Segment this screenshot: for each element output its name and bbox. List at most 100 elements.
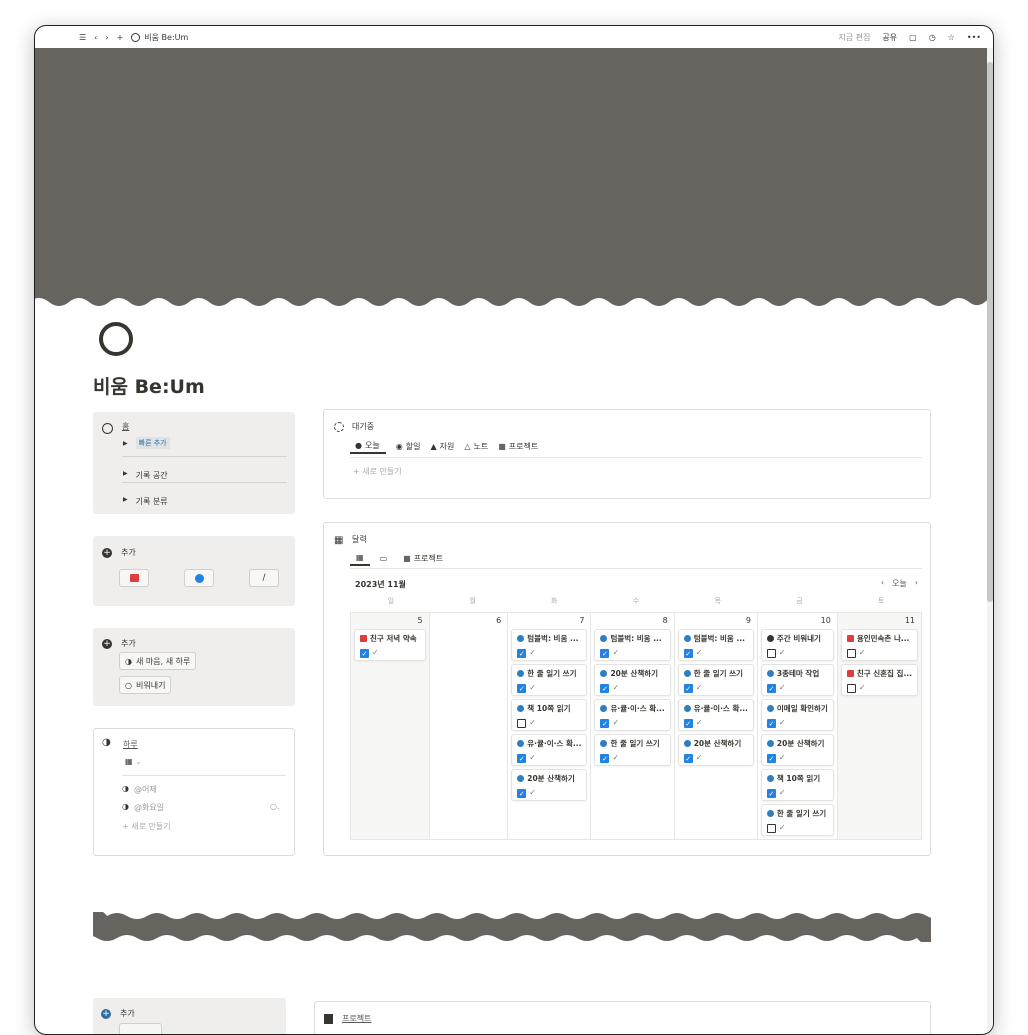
scrollbar[interactable]	[987, 48, 993, 1034]
star-icon[interactable]: ☆	[948, 33, 955, 42]
calendar-card[interactable]: 이메일 확인하기 ✓ ✓	[760, 699, 834, 731]
calendar-card[interactable]: 책 10쪽 읽기 ✓ ✓	[760, 769, 834, 801]
done-checkbox[interactable]: ✓	[683, 649, 693, 658]
calendar-day-cell[interactable]: 9 텀블벅: 비움 ... ✓ ✓ 한 줄 일기 쓰기 ✓ ✓ 유·큘·이·스 확... ✓ ✓ 2…	[675, 613, 758, 839]
share-button[interactable]: 공유	[882, 32, 897, 43]
calendar-card[interactable]: 유·큘·이·스 확... ✓ ✓	[677, 699, 754, 731]
calendar-card[interactable]: 한 줄 일기 쓰기 ✓ ✓	[594, 734, 671, 766]
calendar-day-cell[interactable]: 10 주간 비워내기 ✓ 3종테마 작업 ✓ ✓ 이메일 확인하기 ✓ ✓ 20분 산책하기 ✓ ✓ 책…	[758, 613, 838, 839]
done-checkbox[interactable]: ✓	[517, 684, 527, 693]
done-checkbox[interactable]	[517, 719, 527, 728]
tab-todo[interactable]: ◉ 할일	[396, 438, 421, 454]
calendar-day-cell[interactable]: 7 텀블벅: 비움 ... ✓ ✓ 한 줄 일기 쓰기 ✓ ✓ 책 10쪽 읽기 ✓ 유·큘·이·…	[508, 613, 592, 839]
calendar-card[interactable]: 친구 저녁 약속 ✓ ✓	[354, 629, 426, 661]
new-item-button[interactable]: + 새로 만들기	[122, 821, 171, 832]
calendar-day-cell[interactable]: 8 텀블벅: 비움 ... ✓ ✓ 20분 산책하기 ✓ ✓ 유·큘·이·스 확... ✓ ✓ 한 …	[591, 613, 675, 839]
comment-icon[interactable]: ▢	[909, 33, 917, 42]
today-button[interactable]: 오늘	[892, 578, 907, 589]
calendar-card[interactable]: 20분 산책하기 ✓ ✓	[594, 664, 671, 696]
calendar-card[interactable]: 20분 산책하기 ✓ ✓	[760, 734, 834, 766]
toggle-record-space[interactable]: ▶ 기록 공간	[123, 470, 168, 481]
calendar-view-selector[interactable]: ▦ ⌄	[125, 757, 142, 766]
calendar-card[interactable]: 텀블벅: 비움 ... ✓ ✓	[511, 629, 588, 661]
calendar-card[interactable]: 친구 신혼집 집... ✓	[840, 664, 918, 696]
add-task-button[interactable]	[184, 569, 214, 587]
done-checkbox[interactable]: ✓	[766, 754, 776, 763]
done-checkbox[interactable]: ✓	[600, 649, 610, 658]
menu-icon[interactable]: ☰	[79, 33, 86, 42]
day-panel: ◑ 하루 ▦ ⌄ ◑ @어제 ◑ @화요일 ○. + 새로 만들기	[93, 728, 295, 856]
calendar-card[interactable]: 한 줄 일기 쓰기 ✓ ✓	[677, 664, 754, 696]
done-checkbox[interactable]: ✓	[600, 754, 610, 763]
breadcrumb-title[interactable]: 비움 Be:Um	[144, 32, 188, 43]
calendar-card[interactable]: 책 10쪽 읽기 ✓	[511, 699, 588, 731]
next-month-button[interactable]: ›	[915, 578, 918, 589]
toggle-quick-add[interactable]: ▶ 빠른 추가	[123, 437, 170, 449]
square-icon: ■	[403, 553, 411, 563]
done-checkbox[interactable]	[846, 649, 856, 658]
prev-month-button[interactable]: ‹	[881, 578, 884, 589]
add-icon[interactable]: +	[117, 33, 124, 42]
calendar-day-cell[interactable]: 5 친구 저녁 약속 ✓ ✓	[351, 613, 430, 839]
calendar-outline-icon: ▭	[379, 553, 388, 563]
history-icon[interactable]: ◷	[929, 33, 936, 42]
done-checkbox[interactable]: ✓	[517, 754, 527, 763]
done-checkbox[interactable]: ✓	[683, 684, 693, 693]
calendar-card[interactable]: 유·큘·이·스 확... ✓ ✓	[594, 699, 671, 731]
new-day-button[interactable]: ◑ 새 마음, 새 하루	[119, 652, 197, 670]
calendar-card[interactable]: 20분 산책하기 ✓ ✓	[511, 769, 588, 801]
tab-month-view[interactable]: ▦	[350, 550, 370, 566]
check-circle-icon	[683, 670, 691, 677]
card-title: 20분 산책하기	[693, 739, 742, 748]
done-checkbox[interactable]: ✓	[517, 789, 527, 798]
calendar-card[interactable]: 한 줄 일기 쓰기 ✓	[760, 804, 834, 836]
tab-note[interactable]: △ 노트	[464, 438, 488, 454]
more-icon[interactable]: •••	[967, 33, 981, 42]
done-checkbox[interactable]	[766, 824, 776, 833]
calendar-card[interactable]: 텀블벅: 비움 ... ✓ ✓	[594, 629, 671, 661]
add-event-button[interactable]	[119, 569, 149, 587]
check-circle-icon	[766, 705, 774, 712]
done-checkbox[interactable]: ✓	[600, 684, 610, 693]
tab-today[interactable]: ● 오늘	[350, 438, 386, 454]
calendar-day-cell[interactable]: 11 용인민속촌 나... ✓ 친구 신혼집 집... ✓	[837, 613, 921, 839]
done-checkbox[interactable]: ✓	[360, 649, 369, 658]
page-icon	[131, 33, 141, 42]
weekday-label: 금	[796, 597, 803, 605]
list-item[interactable]: ◑ @화요일	[122, 802, 164, 813]
done-checkbox[interactable]: ✓	[683, 754, 693, 763]
done-checkbox[interactable]: ✓	[766, 684, 776, 693]
calendar-card[interactable]: 20분 산책하기 ✓ ✓	[677, 734, 754, 766]
done-checkbox[interactable]: ✓	[683, 719, 693, 728]
calendar-card[interactable]: 용인민속촌 나... ✓	[840, 629, 918, 661]
forward-icon[interactable]: ›	[105, 33, 108, 42]
calendar-card[interactable]: 3종테마 작업 ✓ ✓	[760, 664, 834, 696]
calendar-card[interactable]: 한 줄 일기 쓰기 ✓ ✓	[511, 664, 588, 696]
add-button[interactable]	[119, 1023, 162, 1034]
done-checkbox[interactable]	[846, 684, 856, 693]
done-checkbox[interactable]: ✓	[766, 719, 776, 728]
day-title[interactable]: 하루	[123, 739, 138, 750]
tab-resource[interactable]: ▲ 자원	[430, 438, 454, 454]
project-title[interactable]: 프로젝트	[342, 1013, 371, 1024]
tab-project[interactable]: ■ 프로젝트	[403, 550, 443, 566]
done-checkbox[interactable]: ✓	[766, 789, 776, 798]
done-checkbox[interactable]: ✓	[517, 649, 527, 658]
list-item[interactable]: ◑ @어제	[122, 784, 157, 795]
weekday-label: 수	[632, 597, 640, 605]
back-icon[interactable]: ‹	[94, 33, 97, 42]
add-note-button[interactable]: /	[249, 569, 279, 587]
tab-project[interactable]: ■ 프로젝트	[498, 438, 538, 454]
calendar-card[interactable]: 유·큘·이·스 확... ✓ ✓	[511, 734, 588, 766]
toggle-record-category[interactable]: ▶ 기록 분류	[123, 496, 168, 507]
done-checkbox[interactable]	[766, 649, 776, 658]
empty-out-button[interactable]: ○ 비워내기	[119, 676, 172, 694]
calendar-card[interactable]: 주간 비워내기 ✓	[760, 629, 834, 661]
calendar-day-cell[interactable]: 6	[430, 613, 509, 839]
tab-week-view[interactable]: ▭	[380, 550, 388, 566]
add-panel: + 추가 /	[93, 536, 295, 606]
calendar-card[interactable]: 텀블벅: 비움 ... ✓ ✓	[677, 629, 754, 661]
new-item-button[interactable]: + 새로 만들기	[353, 466, 402, 477]
home-title[interactable]: 홈	[122, 421, 129, 432]
done-checkbox[interactable]: ✓	[600, 719, 610, 728]
